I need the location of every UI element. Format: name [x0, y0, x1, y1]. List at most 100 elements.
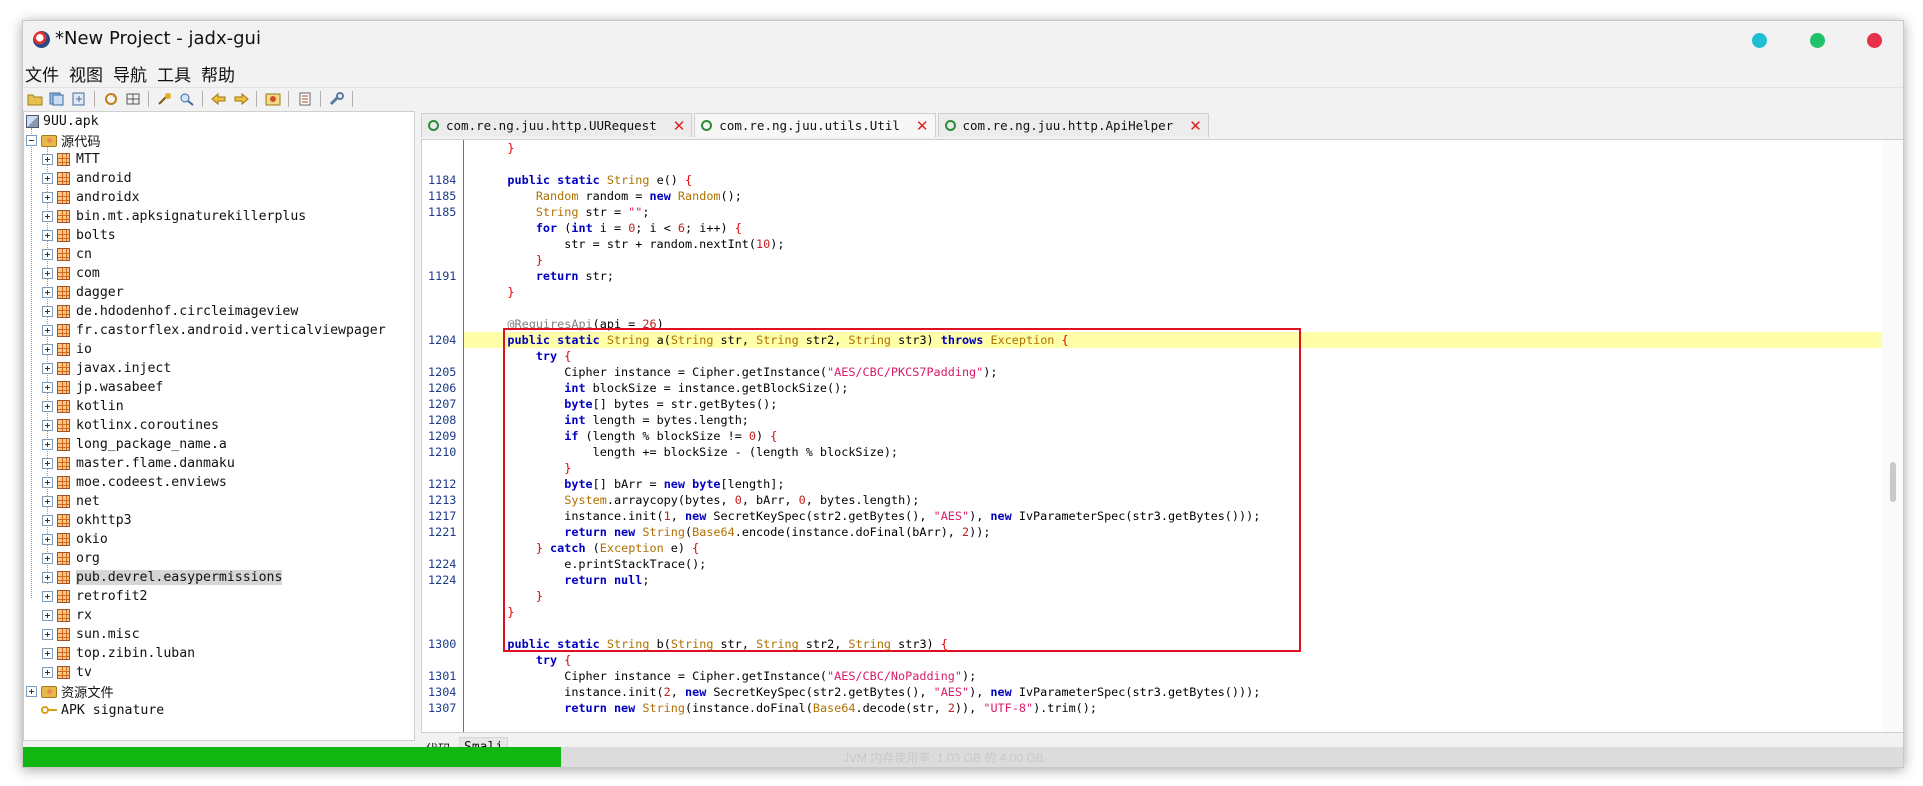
code-line[interactable]: instance.init(1, new SecretKeySpec(str2.… [464, 508, 1882, 524]
expand-icon[interactable] [42, 249, 53, 260]
tree-item-package[interactable]: dagger [42, 283, 124, 302]
code-line[interactable]: int blockSize = instance.getBlockSize(); [464, 380, 1882, 396]
expand-icon[interactable] [42, 325, 53, 336]
tree-item-package[interactable]: de.hdodenhof.circleimageview [42, 302, 298, 321]
tree-item-package[interactable]: tv [42, 663, 92, 682]
tree-item-resources[interactable]: 资源文件 [26, 682, 114, 701]
code-line[interactable]: String str = ""; [464, 204, 1882, 220]
code-line[interactable]: str = str + random.nextInt(10); [464, 236, 1882, 252]
expand-icon[interactable] [42, 173, 53, 184]
code-line[interactable]: try { [464, 652, 1882, 668]
code-line[interactable] [464, 300, 1882, 316]
tree-item-package[interactable]: pub.devrel.easypermissions [42, 568, 283, 587]
code-line[interactable]: return new String(instance.doFinal(Base6… [464, 700, 1882, 716]
expand-icon[interactable] [42, 192, 53, 203]
menu-help[interactable]: 帮助 [201, 59, 235, 86]
back-icon[interactable] [209, 90, 228, 108]
tree-item-package[interactable]: net [42, 492, 100, 511]
tree-item-package[interactable]: org [42, 549, 100, 568]
expand-icon[interactable] [42, 667, 53, 678]
sync-icon[interactable] [101, 90, 120, 108]
code-area[interactable]: } public static String e() { Random rand… [464, 140, 1882, 732]
decompile-icon[interactable] [123, 90, 142, 108]
menu-view[interactable]: 视图 [69, 59, 103, 86]
code-line[interactable]: } [464, 460, 1882, 476]
expand-icon[interactable] [42, 439, 53, 450]
code-line[interactable] [464, 620, 1882, 636]
tab-util[interactable]: com.re.ng.juu.utils.Util ✕ [694, 113, 936, 137]
code-line[interactable]: } [464, 252, 1882, 268]
code-line[interactable] [464, 156, 1882, 172]
tree-item-package[interactable]: androidx [42, 188, 140, 207]
expand-icon[interactable] [42, 572, 53, 583]
code-line[interactable]: try { [464, 348, 1882, 364]
expand-icon[interactable] [42, 591, 53, 602]
expand-icon[interactable] [42, 496, 53, 507]
code-line[interactable]: return str; [464, 268, 1882, 284]
code-line[interactable]: } [464, 284, 1882, 300]
expand-icon[interactable] [42, 553, 53, 564]
code-line[interactable]: } [464, 604, 1882, 620]
expand-icon[interactable] [42, 344, 53, 355]
code-line[interactable]: if (length % blockSize != 0) { [464, 428, 1882, 444]
code-line[interactable]: Random random = new Random(); [464, 188, 1882, 204]
maximize-button[interactable] [1810, 33, 1825, 48]
code-line[interactable]: public static String e() { [464, 172, 1882, 188]
expand-icon[interactable] [42, 211, 53, 222]
tree-item-package[interactable]: okio [42, 530, 108, 549]
tree-item-apk[interactable]: 9UU.apk [26, 112, 99, 131]
code-line[interactable]: } catch (Exception e) { [464, 540, 1882, 556]
tree-item-package[interactable]: rx [42, 606, 92, 625]
tree-item-package[interactable]: fr.castorflex.android.verticalviewpager [42, 321, 386, 340]
expand-icon[interactable] [42, 230, 53, 241]
tree-item-package[interactable]: master.flame.danmaku [42, 454, 235, 473]
project-tree[interactable]: 9UU.apk 源代码 资源文件 APK signature MTT androi… [23, 111, 415, 741]
expand-icon[interactable] [42, 534, 53, 545]
expand-icon[interactable] [42, 287, 53, 298]
collapse-icon[interactable] [26, 135, 37, 146]
code-line[interactable]: public static String b(String str, Strin… [464, 636, 1882, 652]
tree-item-package[interactable]: okhttp3 [42, 511, 132, 530]
preferences-icon[interactable] [327, 90, 346, 108]
tree-item-package[interactable]: javax.inject [42, 359, 171, 378]
expand-icon[interactable] [42, 268, 53, 279]
code-line[interactable]: int length = bytes.length; [464, 412, 1882, 428]
expand-icon[interactable] [42, 306, 53, 317]
class-search-icon[interactable] [177, 90, 196, 108]
code-line[interactable]: return null; [464, 572, 1882, 588]
tree-item-apk-signature[interactable]: APK signature [41, 701, 164, 720]
tab-apihelper[interactable]: com.re.ng.juu.http.ApiHelper ✕ [937, 113, 1209, 137]
expand-icon[interactable] [42, 420, 53, 431]
code-line[interactable]: for (int i = 0; i < 6; i++) { [464, 220, 1882, 236]
menu-navigation[interactable]: 导航 [113, 59, 147, 86]
expand-icon[interactable] [42, 382, 53, 393]
code-line[interactable]: length += blockSize - (length % blockSiz… [464, 444, 1882, 460]
expand-icon[interactable] [42, 458, 53, 469]
tree-item-package[interactable]: MTT [42, 150, 100, 169]
vertical-scrollbar[interactable] [1882, 140, 1903, 732]
tree-item-package[interactable]: sun.misc [42, 625, 140, 644]
log-icon[interactable] [295, 90, 314, 108]
tab-uurequest[interactable]: com.re.ng.juu.http.UURequest ✕ [421, 113, 693, 137]
forward-icon[interactable] [231, 90, 250, 108]
expand-icon[interactable] [42, 515, 53, 526]
menu-tools[interactable]: 工具 [157, 59, 191, 86]
code-line[interactable]: System.arraycopy(bytes, 0, bArr, 0, byte… [464, 492, 1882, 508]
code-editor[interactable]: 1184 1185 1185 1191 1204 1205 1206 1207 1208 1209… [421, 139, 1903, 733]
expand-icon[interactable] [42, 629, 53, 640]
tree-item-package[interactable]: bin.mt.apksignaturekillerplus [42, 207, 306, 226]
code-line[interactable]: return new String(Base64.encode(instance… [464, 524, 1882, 540]
code-line[interactable]: instance.init(2, new SecretKeySpec(str2.… [464, 684, 1882, 700]
code-line[interactable]: } [464, 140, 1882, 156]
expand-icon[interactable] [42, 648, 53, 659]
tree-item-package[interactable]: kotlin [42, 397, 124, 416]
expand-icon[interactable] [42, 154, 53, 165]
close-button[interactable] [1867, 33, 1882, 48]
expand-icon[interactable] [26, 686, 37, 697]
tree-item-package[interactable]: jp.wasabeef [42, 378, 163, 397]
code-line[interactable]: byte[] bArr = new byte[length]; [464, 476, 1882, 492]
scrollbar-thumb[interactable] [1890, 462, 1896, 502]
minimize-button[interactable] [1752, 33, 1767, 48]
open-file-icon[interactable] [25, 90, 44, 108]
code-line[interactable]: } [464, 588, 1882, 604]
